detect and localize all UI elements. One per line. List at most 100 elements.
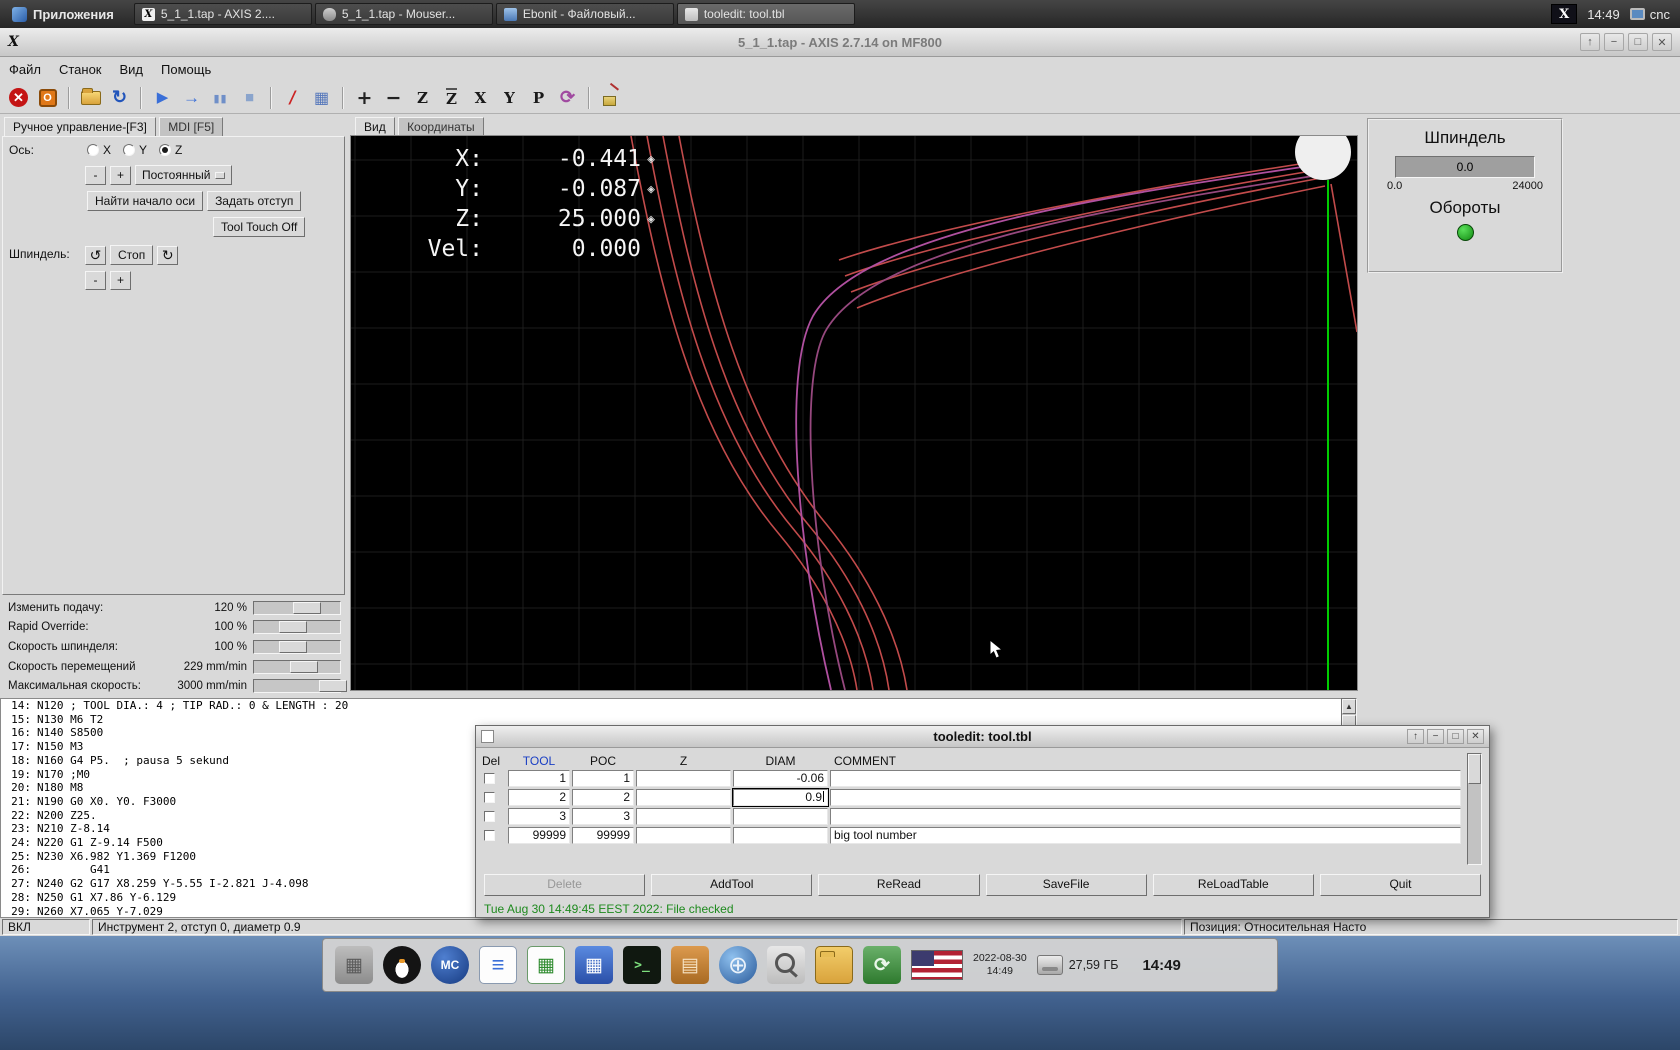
slider-handle[interactable]	[279, 621, 307, 633]
reread-button[interactable]: ReRead	[818, 874, 979, 896]
file-manager-icon[interactable]	[815, 946, 853, 984]
optional-stop-button[interactable]	[308, 85, 335, 111]
open-file-button[interactable]	[77, 85, 104, 111]
comment-cell[interactable]	[830, 808, 1461, 825]
panel-clock[interactable]: 14:49	[1142, 957, 1180, 974]
browser-icon[interactable]	[719, 946, 757, 984]
delete-checkbox[interactable]	[484, 792, 495, 803]
text-editor-icon[interactable]	[479, 946, 517, 984]
spreadsheet-icon[interactable]	[527, 946, 565, 984]
keyboard-layout-indicator[interactable]: X	[1551, 4, 1577, 24]
view-z2-button[interactable]: Z	[438, 85, 465, 111]
shade-button[interactable]: ↑	[1407, 729, 1424, 744]
tool-touch-off-button[interactable]: Tool Touch Off	[213, 217, 305, 237]
package-icon[interactable]	[671, 946, 709, 984]
z-cell[interactable]	[636, 808, 731, 825]
column-tool[interactable]: TOOL	[508, 754, 570, 768]
home-axis-button[interactable]: Найти начало оси	[87, 191, 203, 211]
jog-mode-dropdown[interactable]: Постоянный	[135, 165, 232, 185]
z-cell[interactable]	[636, 789, 731, 806]
machine-power-button[interactable]	[34, 85, 61, 111]
shade-button[interactable]: ↑	[1580, 33, 1600, 51]
slider-handle[interactable]	[279, 641, 307, 653]
radio-axis-z[interactable]	[159, 144, 171, 156]
menu-help[interactable]: Помощь	[152, 59, 220, 80]
spindle-stop-button[interactable]: Стоп	[110, 245, 153, 265]
view-perspective-button[interactable]: P	[525, 85, 552, 111]
gcode-line[interactable]: 14:N120 ; TOOL DIA.: 4 ; TIP RAD.: 0 & L…	[1, 699, 1356, 713]
tooledit-scrollbar[interactable]	[1467, 753, 1482, 865]
tooledit-titlebar[interactable]: tooledit: tool.tbl ↑ − □ ✕	[476, 726, 1489, 748]
spindle-override-slider[interactable]	[253, 640, 341, 654]
comment-cell[interactable]	[830, 770, 1461, 787]
column-z[interactable]: Z	[636, 754, 731, 768]
minimize-button[interactable]: −	[1427, 729, 1444, 744]
task-button-filemanager[interactable]: Ebonit - Файловый...	[496, 3, 674, 25]
tool-cell[interactable]: 1	[508, 770, 570, 787]
delete-checkbox[interactable]	[484, 773, 495, 784]
task-button-tooledit[interactable]: tooledit: tool.tbl	[677, 3, 855, 25]
zoom-out-button[interactable]	[380, 85, 407, 111]
toolpath-preview[interactable]: X: -0.441 Y: -0.087 Z: 25.000	[351, 136, 1357, 690]
max-velocity-slider[interactable]	[253, 679, 341, 693]
diam-cell[interactable]	[733, 808, 828, 825]
delete-button[interactable]: Delete	[484, 874, 645, 896]
reloadtable-button[interactable]: ReLoadTable	[1153, 874, 1314, 896]
panel-settings-icon[interactable]	[335, 946, 373, 984]
radio-axis-y[interactable]	[123, 144, 135, 156]
step-program-button[interactable]	[178, 85, 205, 111]
tab-mdi[interactable]: MDI [F5]	[159, 117, 223, 138]
spindle-slower-button[interactable]: -	[85, 271, 106, 290]
tab-preview[interactable]: Вид	[355, 117, 395, 138]
minimize-button[interactable]: −	[1604, 33, 1624, 51]
close-button[interactable]: ✕	[1467, 729, 1484, 744]
calculator-icon[interactable]	[575, 946, 613, 984]
tool-cell[interactable]: 2	[508, 789, 570, 806]
diam-cell[interactable]: -0.06	[733, 770, 828, 787]
zoom-in-button[interactable]	[351, 85, 378, 111]
taskbar-clock[interactable]: 14:49	[1587, 7, 1620, 22]
column-diam[interactable]: DIAM	[733, 754, 828, 768]
quit-button[interactable]: Quit	[1320, 874, 1481, 896]
touch-off-button[interactable]: Задать отступ	[207, 191, 301, 211]
column-poc[interactable]: POC	[572, 754, 634, 768]
delete-checkbox[interactable]	[484, 811, 495, 822]
tab-manual-control[interactable]: Ручное управление-[F3]	[4, 117, 156, 138]
menu-machine[interactable]: Станок	[50, 59, 111, 80]
view-y-button[interactable]: Y	[496, 85, 523, 111]
software-updater-icon[interactable]	[863, 946, 901, 984]
spindle-cw-button[interactable]	[157, 246, 178, 265]
estop-button[interactable]	[5, 85, 32, 111]
jog-plus-button[interactable]: +	[110, 166, 131, 185]
close-button[interactable]: ✕	[1652, 33, 1672, 51]
midnight-commander-icon[interactable]: MC	[431, 946, 469, 984]
spindle-faster-button[interactable]: +	[110, 271, 131, 290]
reload-file-button[interactable]	[106, 85, 133, 111]
run-program-button[interactable]	[149, 85, 176, 111]
rapid-override-slider[interactable]	[253, 620, 341, 634]
search-icon[interactable]	[767, 946, 805, 984]
axis-titlebar[interactable]: 5_1_1.tap - AXIS 2.7.14 on MF800 ↑ − □ ✕	[0, 28, 1680, 57]
poc-cell[interactable]: 99999	[572, 827, 634, 844]
terminal-icon[interactable]	[623, 946, 661, 984]
menu-view[interactable]: Вид	[111, 59, 153, 80]
slider-handle[interactable]	[290, 661, 318, 673]
jog-minus-button[interactable]: -	[85, 166, 106, 185]
feed-override-slider[interactable]	[253, 601, 341, 615]
addtool-button[interactable]: AddTool	[651, 874, 812, 896]
us-flag-icon[interactable]	[911, 950, 963, 980]
stop-program-button[interactable]	[236, 85, 263, 111]
comment-cell[interactable]: big tool number	[830, 827, 1461, 844]
view-z-button[interactable]: Z	[409, 85, 436, 111]
diam-cell-focused[interactable]: 0.9	[733, 789, 828, 806]
clear-plot-button[interactable]	[597, 85, 624, 111]
diam-cell[interactable]	[733, 827, 828, 844]
tool-cell[interactable]: 3	[508, 808, 570, 825]
session-indicator[interactable]: cnc	[1630, 7, 1670, 22]
task-button-axis[interactable]: 5_1_1.tap - AXIS 2....	[134, 3, 312, 25]
z-cell[interactable]	[636, 827, 731, 844]
poc-cell[interactable]: 2	[572, 789, 634, 806]
tab-dro[interactable]: Координаты	[398, 117, 484, 138]
column-comment[interactable]: COMMENT	[830, 754, 1461, 768]
applications-menu[interactable]: Приложения	[0, 0, 126, 28]
